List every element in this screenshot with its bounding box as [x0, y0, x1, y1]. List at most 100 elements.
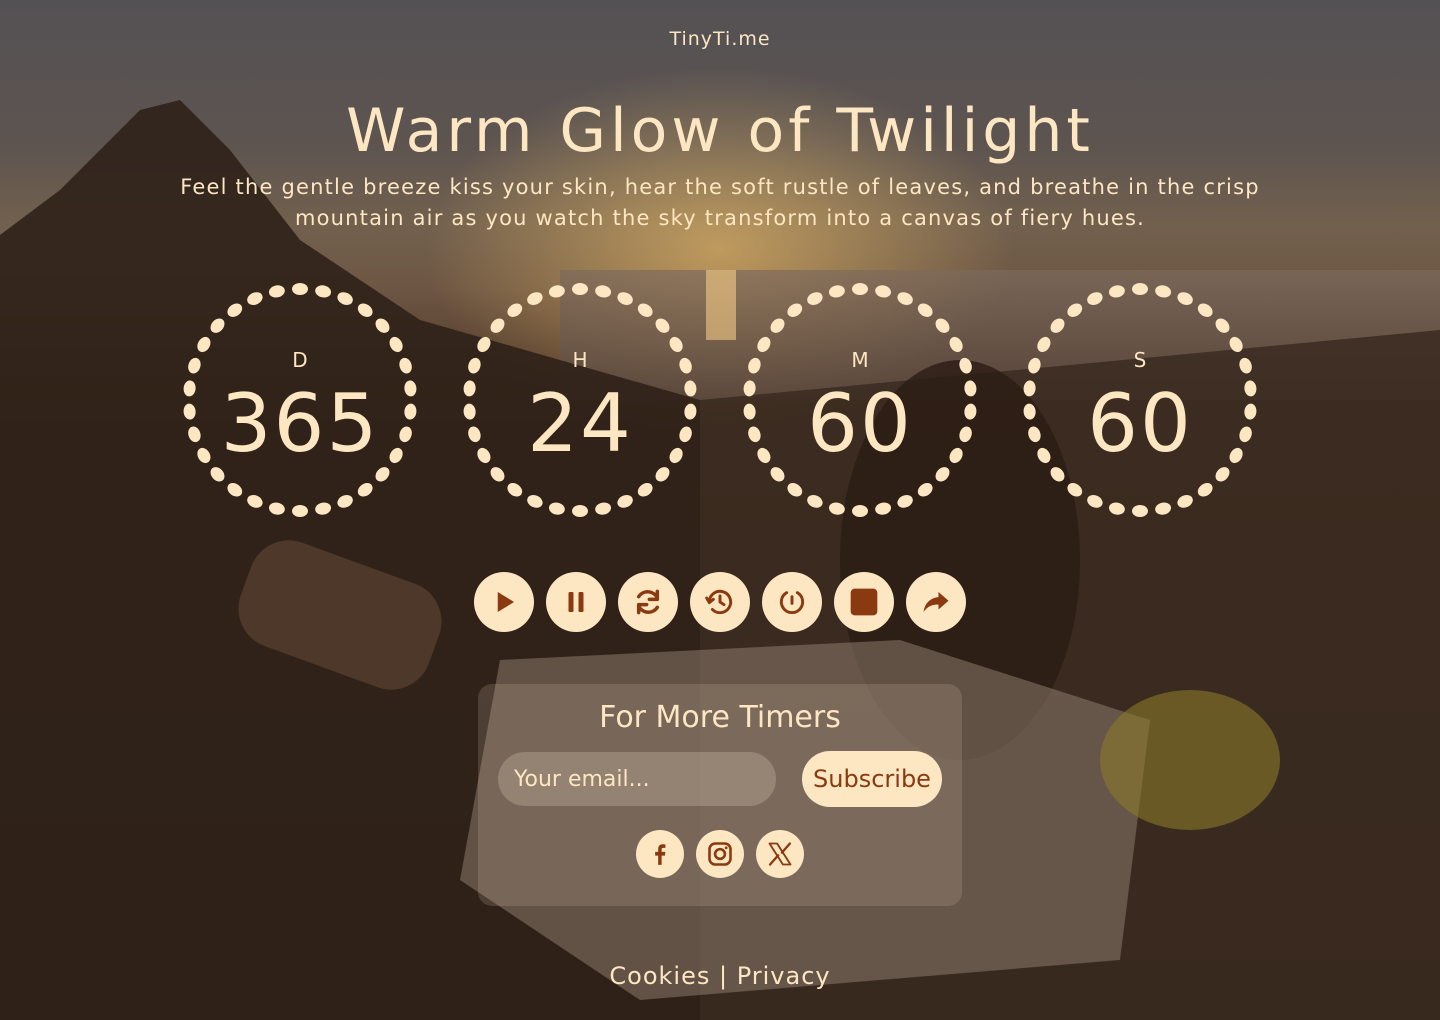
ring-dot [935, 318, 950, 333]
restart-button[interactable] [618, 572, 678, 632]
ring-dot [1215, 318, 1230, 333]
ring-dot [852, 505, 868, 517]
ring-dot [1177, 292, 1193, 305]
timer-value: 365 [220, 377, 380, 470]
ring-dot [337, 292, 353, 305]
timer-hours: H 24 [460, 280, 700, 520]
ring-dot [375, 318, 390, 333]
ring-dot [595, 502, 612, 515]
timer-controls [474, 572, 966, 632]
ring-dot [807, 495, 823, 508]
timer-minutes: M 60 [740, 280, 980, 520]
countdown: D 365 H 24 M 60 S 60 [0, 280, 1440, 520]
share-icon [923, 592, 949, 612]
ring-dot [527, 292, 543, 305]
ring-dot [1087, 495, 1103, 508]
history-button[interactable] [690, 572, 750, 632]
ring-dot [917, 483, 933, 497]
ring-dot [897, 292, 913, 305]
subscribe-heading: For More Timers [599, 700, 841, 735]
ring-dot [292, 283, 308, 295]
ring-dot [1067, 303, 1083, 317]
refresh-icon [636, 589, 660, 615]
timer-value: 60 [807, 377, 913, 470]
ring-dot [1087, 292, 1103, 305]
ring-dot [548, 285, 565, 298]
ring-dot [787, 483, 803, 497]
ring-dot [315, 502, 332, 515]
pause-icon [568, 592, 584, 612]
timer-label: M [851, 348, 869, 372]
timer-value: 60 [1087, 377, 1193, 470]
subscribe-panel: For More Timers Subscribe [478, 684, 962, 906]
ring-dot [1132, 505, 1148, 517]
ring-dot [337, 495, 353, 508]
history-icon [705, 589, 733, 615]
page-subtitle: Feel the gentle breeze kiss your skin, h… [180, 175, 1260, 230]
ring-dot [1108, 502, 1125, 515]
ring-dot [787, 303, 803, 317]
ring-dot [357, 483, 373, 497]
ring-dot [572, 283, 588, 295]
footer-links: Cookies | Privacy [0, 962, 1440, 990]
ring-dot [1197, 483, 1213, 497]
ring-dot [617, 292, 633, 305]
timer-seconds: S 60 [1020, 280, 1260, 520]
stop-icon [850, 588, 878, 616]
timer-label: S [1133, 348, 1147, 372]
timer-days: D 365 [180, 280, 420, 520]
facebook-link[interactable] [636, 830, 684, 878]
play-icon [497, 592, 514, 612]
stop-button[interactable] [834, 572, 894, 632]
reset-icon [779, 591, 805, 614]
brand-logo[interactable]: TinyTi.me [0, 28, 1440, 50]
ring-dot [1067, 483, 1083, 497]
ring-dot [247, 292, 263, 305]
ring-dot [875, 285, 892, 298]
ring-dot [595, 285, 612, 298]
ring-dot [210, 318, 225, 333]
ring-dot [268, 285, 285, 298]
ring-dot [1197, 303, 1213, 317]
ring-dot [1177, 495, 1193, 508]
ring-dot [655, 318, 670, 333]
ring-dot [227, 303, 243, 317]
share-button[interactable] [906, 572, 966, 632]
ring-dot [1050, 318, 1065, 333]
ring-dot [637, 303, 653, 317]
facebook-icon [655, 844, 666, 865]
timer-label: D [292, 348, 308, 372]
instagram-link[interactable] [696, 830, 744, 878]
ring-dot [1108, 285, 1125, 298]
timer-value: 24 [527, 377, 633, 470]
ring-dot [770, 318, 785, 333]
ring-dot [268, 502, 285, 515]
play-button[interactable] [474, 572, 534, 632]
ring-dot [247, 495, 263, 508]
ring-dot [828, 285, 845, 298]
footer-separator: | [718, 962, 729, 990]
ring-dot [637, 483, 653, 497]
privacy-link[interactable]: Privacy [737, 962, 831, 990]
reset-button[interactable] [762, 572, 822, 632]
ring-dot [1155, 502, 1172, 515]
ring-dot [490, 318, 505, 333]
email-input[interactable] [498, 752, 776, 806]
ring-dot [897, 495, 913, 508]
ring-dot [527, 495, 543, 508]
ring-dot [807, 292, 823, 305]
x-link[interactable] [756, 830, 804, 878]
ring-dot [548, 502, 565, 515]
ring-dot [507, 303, 523, 317]
ring-dot [1132, 283, 1148, 295]
ring-dot [852, 283, 868, 295]
ring-dot [315, 285, 332, 298]
ring-dot [617, 495, 633, 508]
pause-button[interactable] [546, 572, 606, 632]
ring-dot [227, 483, 243, 497]
page-title: Warm Glow of Twilight [346, 96, 1094, 166]
subscribe-button[interactable]: Subscribe [802, 751, 942, 807]
cookies-link[interactable]: Cookies [609, 962, 710, 990]
instagram-icon [708, 842, 732, 866]
ring-dot [828, 502, 845, 515]
